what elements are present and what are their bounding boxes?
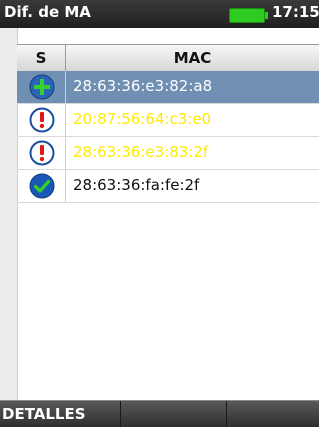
softkey-2[interactable] — [121, 401, 227, 427]
check-icon — [29, 173, 55, 199]
mac-address: 28:63:36:e3:82:a8 — [73, 77, 213, 95]
status-cell — [17, 170, 66, 202]
status-cell — [17, 137, 66, 169]
table-row[interactable]: 28:63:36:fa:fe:2f — [17, 170, 319, 203]
add-icon — [29, 74, 55, 100]
alert-icon — [29, 107, 55, 133]
battery-icon — [229, 8, 268, 23]
softkey-bar: DETALLES — [0, 400, 319, 427]
table-row[interactable]: 20:87:56:64:c3:e0 — [17, 104, 319, 137]
left-margin — [0, 28, 17, 400]
page-title: Dif. de MA — [4, 3, 91, 21]
status-cell — [17, 71, 66, 103]
column-header-mac[interactable]: MAC — [66, 45, 319, 71]
mac-address: 28:63:36:e3:83:2f — [73, 143, 209, 161]
table-row[interactable]: 28:63:36:e3:82:a8 — [17, 71, 319, 104]
mac-address: 20:87:56:64:c3:e0 — [73, 110, 212, 128]
alert-icon — [29, 140, 55, 166]
table-header: S MAC — [17, 44, 319, 72]
clock: 17:15 — [272, 3, 320, 21]
title-bar: Dif. de MA 17:15 — [0, 0, 320, 28]
table-row[interactable]: 28:63:36:e3:83:2f — [17, 137, 319, 170]
status-cell — [17, 104, 66, 136]
column-header-status[interactable]: S — [17, 45, 66, 71]
details-softkey[interactable]: DETALLES — [0, 401, 121, 427]
mac-address: 28:63:36:fa:fe:2f — [73, 176, 200, 194]
softkey-3[interactable] — [227, 401, 319, 427]
